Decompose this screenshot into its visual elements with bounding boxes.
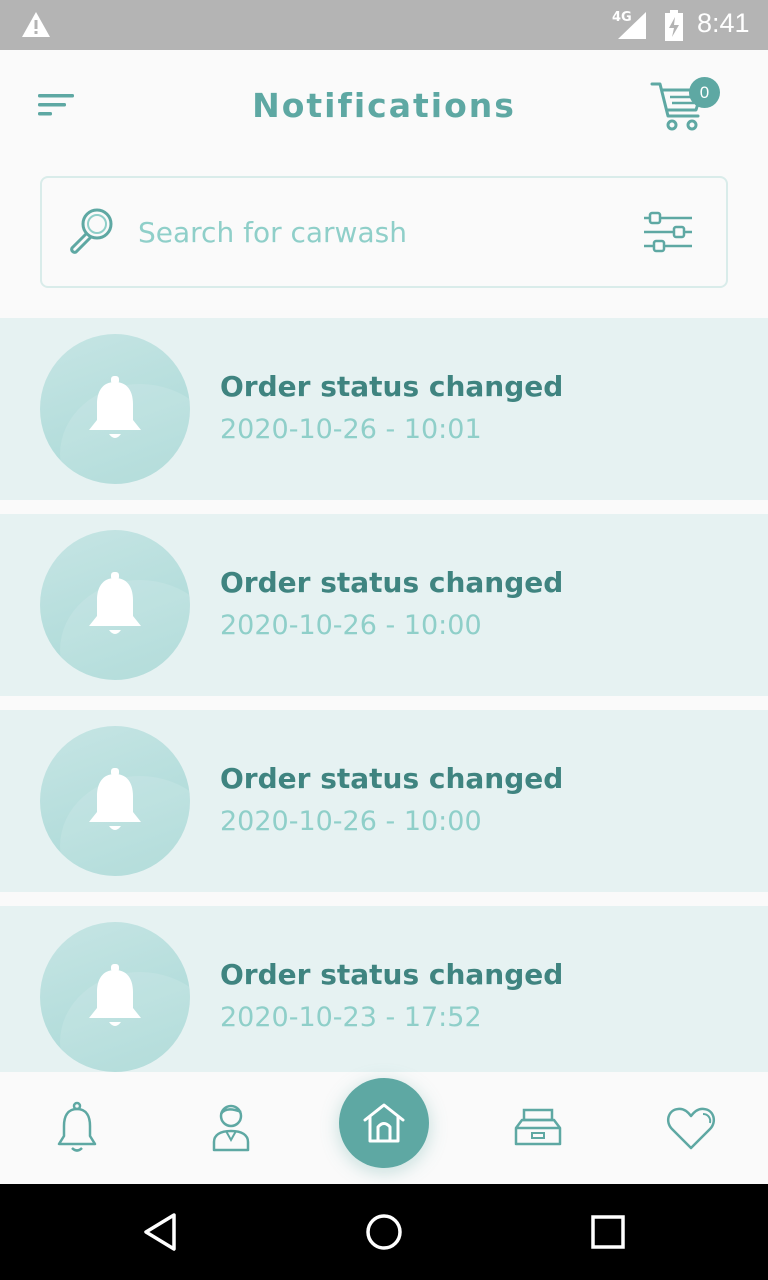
- warning-icon: [20, 10, 52, 44]
- bell-icon: [89, 768, 141, 830]
- nav-favorites[interactable]: [661, 1098, 721, 1158]
- notification-title: Order status changed: [220, 370, 564, 403]
- filter-icon[interactable]: [642, 210, 698, 258]
- notification-avatar: [40, 726, 190, 876]
- nav-notifications[interactable]: [48, 1098, 108, 1158]
- system-nav-bar: [0, 1184, 768, 1280]
- nav-orders[interactable]: [508, 1098, 568, 1158]
- nav-home[interactable]: [339, 1078, 429, 1168]
- notification-date: 2020-10-26 - 10:00: [220, 806, 482, 837]
- cart-count-badge: 0: [689, 77, 720, 108]
- app-header: Notifications 0: [0, 50, 768, 318]
- search-icon[interactable]: [64, 204, 120, 264]
- notification-avatar: [40, 334, 190, 484]
- back-button[interactable]: [140, 1212, 180, 1252]
- back-icon: [144, 1213, 176, 1251]
- battery-charging-icon: [664, 10, 684, 46]
- notification-avatar: [40, 922, 190, 1072]
- bell-icon: [89, 376, 141, 438]
- inbox-icon: [514, 1108, 562, 1146]
- search-bar: [40, 176, 728, 288]
- notification-avatar: [40, 530, 190, 680]
- bottom-nav: [0, 1072, 768, 1184]
- bell-icon: [89, 964, 141, 1026]
- user-icon: [212, 1104, 250, 1152]
- bell-icon: [57, 1101, 97, 1152]
- search-input[interactable]: [138, 210, 558, 254]
- notification-title: Order status changed: [220, 566, 564, 599]
- recents-button[interactable]: [588, 1212, 628, 1252]
- network-type: 4G: [612, 10, 632, 25]
- notification-item[interactable]: Order status changed 2020-10-26 - 10:00: [0, 710, 768, 892]
- notification-date: 2020-10-23 - 17:52: [220, 1002, 482, 1033]
- system-home-button[interactable]: [364, 1212, 404, 1252]
- status-bar: 4G 8:41: [0, 0, 768, 50]
- notification-item[interactable]: Order status changed 2020-10-26 - 10:01: [0, 318, 768, 500]
- notification-title: Order status changed: [220, 762, 564, 795]
- heart-icon: [666, 1107, 716, 1150]
- home-icon: [363, 1103, 405, 1143]
- home-circle-icon: [366, 1214, 402, 1250]
- bell-icon: [89, 572, 141, 634]
- notification-date: 2020-10-26 - 10:00: [220, 610, 482, 641]
- notification-item[interactable]: Order status changed 2020-10-26 - 10:00: [0, 514, 768, 696]
- notification-item[interactable]: Order status changed 2020-10-23 - 17:52: [0, 906, 768, 1088]
- notification-title: Order status changed: [220, 958, 564, 991]
- nav-profile[interactable]: [200, 1098, 260, 1158]
- recents-icon: [591, 1215, 625, 1249]
- notification-date: 2020-10-26 - 10:01: [220, 414, 482, 445]
- clock: 8:41: [697, 8, 750, 38]
